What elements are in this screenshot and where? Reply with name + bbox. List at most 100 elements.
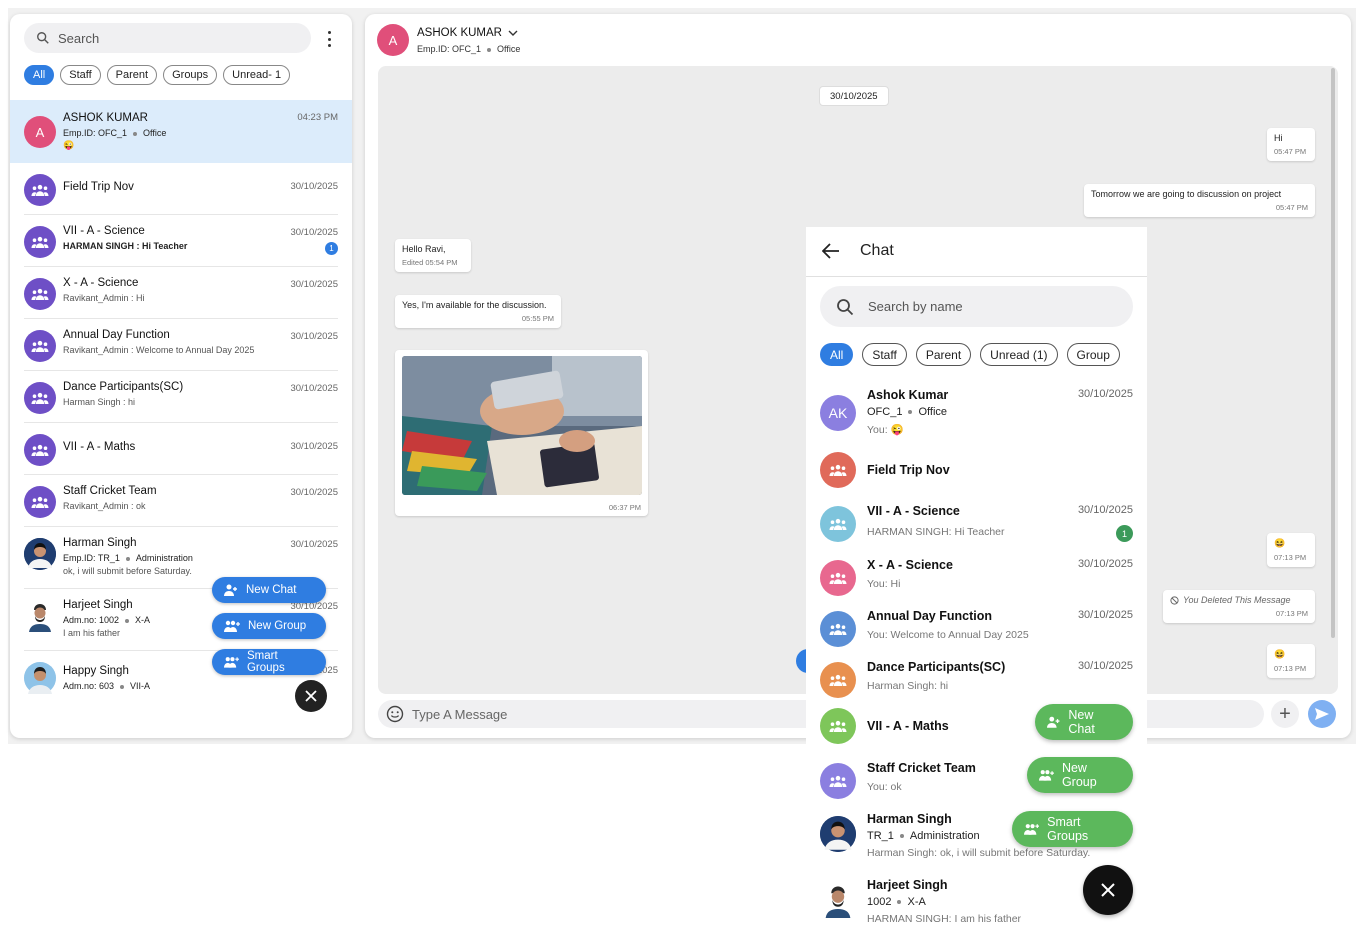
conversation-item-ashok-kumar[interactable]: A ASHOK KUMAR Emp.ID: OFC_1 Office 😜 04:2… (10, 100, 352, 163)
group-icon (820, 611, 856, 647)
avatar (24, 538, 56, 570)
unread-badge: 1 (325, 242, 338, 255)
chat-item-name: Annual Day Function (867, 609, 992, 623)
chat-item-meta: TR_1 Administration (867, 830, 980, 842)
chat-item-preview: You: 😜 (867, 424, 904, 436)
mobile-chat-screen: Chat Search by name All Staff Parent Unr… (806, 227, 1147, 928)
avatar: AK (820, 395, 856, 431)
chat-item-name: Staff Cricket Team (867, 761, 976, 775)
add-person-icon (224, 584, 237, 596)
scrollbar[interactable] (1331, 68, 1335, 638)
chat-item-time: 30/10/2025 (1077, 660, 1133, 672)
avatar (24, 600, 56, 632)
conversation-name: Field Trip Nov (63, 181, 134, 193)
close-fab-button[interactable] (295, 680, 327, 712)
chat-item-name: Dance Participants(SC) (867, 660, 1006, 674)
search-icon (37, 32, 49, 44)
mobile-filter-staff[interactable]: Staff (862, 343, 907, 366)
conversation-time: 30/10/2025 (290, 539, 338, 550)
message-bubble-outgoing[interactable]: Tomorrow we are going to discussion on p… (1084, 184, 1315, 217)
group-icon (820, 452, 856, 488)
avatar (24, 662, 56, 694)
mobile-new-group-button[interactable]: New Group (1027, 757, 1133, 793)
add-group-icon (224, 620, 240, 632)
filter-groups[interactable]: Groups (163, 65, 218, 85)
add-person-icon (1047, 716, 1060, 728)
mobile-filter-group[interactable]: Group (1066, 343, 1120, 366)
emoji-icon[interactable] (386, 705, 404, 723)
conversation-name: Harjeet Singh (63, 599, 133, 611)
search-input[interactable]: Search (24, 23, 311, 53)
message-bubble-outgoing[interactable]: 😆 07:13 PM (1267, 533, 1315, 567)
filter-chips: All Staff Parent Groups Unread- 1 (24, 65, 291, 85)
message-text: Hello Ravi, (402, 244, 446, 254)
message-bubble-incoming[interactable]: Yes, I'm available for the discussion. 0… (395, 295, 561, 328)
conversation-name: Harman Singh (63, 537, 137, 549)
conversation-item-vii-a-science[interactable]: VII - A - Science HARMAN SINGH : Hi Teac… (24, 215, 338, 267)
mobile-chat-item-field-trip[interactable]: Field Trip Nov (820, 452, 1133, 499)
mobile-filter-all[interactable]: All (820, 343, 854, 366)
mobile-new-chat-button[interactable]: New Chat (1035, 704, 1133, 740)
message-placeholder: Type A Message (412, 706, 508, 722)
mobile-chat-item-dance[interactable]: Dance Participants(SC) Harman Singh: hi … (820, 660, 1133, 704)
chat-item-name: VII - A - Science (867, 504, 960, 518)
mobile-filter-unread[interactable]: Unread (1) (980, 343, 1058, 366)
conversation-item-x-a-science[interactable]: X - A - Science Ravikant_Admin : Hi 30/1… (24, 267, 338, 319)
mobile-chat-item-annual-day[interactable]: Annual Day Function You: Welcome to Annu… (820, 609, 1133, 653)
new-chat-button[interactable]: New Chat (212, 577, 326, 603)
filter-all[interactable]: All (24, 65, 55, 85)
plus-icon: + (1279, 702, 1291, 725)
conversation-item-vii-a-maths[interactable]: VII - A - Maths 30/10/2025 (24, 423, 338, 475)
chat-item-preview: HARMAN SINGH: I am his father (867, 913, 1022, 925)
back-arrow-icon[interactable] (822, 243, 840, 259)
smart-group-icon (1024, 824, 1040, 835)
conversation-item-dance[interactable]: Dance Participants(SC) Harman Singh : hi… (24, 371, 338, 423)
message-time: 07:13 PM (1275, 609, 1308, 618)
message-bubble-outgoing[interactable]: Hi 05:47 PM (1267, 128, 1315, 161)
image-message[interactable]: 06:37 PM (395, 350, 648, 516)
mobile-smart-groups-button[interactable]: Smart Groups (1012, 811, 1133, 847)
chat-contact-name[interactable]: ASHOK KUMAR (417, 27, 518, 39)
message-bubble-deleted[interactable]: You Deleted This Message 07:13 PM (1163, 590, 1315, 623)
filter-parent[interactable]: Parent (106, 65, 158, 85)
conversation-item-staff-cricket[interactable]: Staff Cricket Team Ravikant_Admin : ok 3… (24, 475, 338, 527)
conversation-preview: Ravikant_Admin : ok (63, 501, 146, 511)
conversation-name: Dance Participants(SC) (63, 381, 184, 393)
chat-item-preview: You: Hi (867, 578, 901, 590)
attached-photo[interactable] (402, 356, 642, 495)
search-placeholder: Search (58, 30, 100, 46)
mobile-new-group-label: New Group (1061, 761, 1097, 789)
filter-unread[interactable]: Unread- 1 (223, 65, 291, 85)
mobile-chat-item-x-a-science[interactable]: X - A - Science You: Hi 30/10/2025 (820, 558, 1133, 602)
conversation-item-annual-day[interactable]: Annual Day Function Ravikant_Admin : Wel… (24, 319, 338, 371)
message-time: 07:13 PM (1274, 664, 1307, 673)
mobile-close-fab-button[interactable] (1083, 865, 1133, 915)
mobile-chat-item-vii-a-science[interactable]: VII - A - Science HARMAN SINGH: Hi Teach… (820, 504, 1133, 548)
avatar (820, 882, 856, 918)
group-icon (24, 330, 56, 362)
mobile-filter-parent[interactable]: Parent (915, 343, 972, 366)
message-bubble-outgoing[interactable]: 😆 07:13 PM (1267, 644, 1315, 678)
chat-item-meta: 1002 X-A (867, 896, 926, 908)
conversation-name: X - A - Science (63, 277, 139, 289)
avatar: A (24, 116, 56, 148)
more-options-icon[interactable] (322, 31, 336, 47)
new-group-button[interactable]: New Group (212, 613, 326, 639)
mobile-chat-item-ashok[interactable]: AK Ashok Kumar OFC_1 Office You: 😜 30/10/… (820, 388, 1133, 440)
date-separator: 30/10/2025 (819, 86, 889, 106)
message-bubble-incoming[interactable]: Hello Ravi, Edited 05:54 PM (395, 239, 471, 272)
message-text: Yes, I'm available for the discussion. (402, 300, 547, 310)
chevron-down-icon (508, 30, 518, 36)
mobile-smart-groups-label: Smart Groups (1047, 815, 1089, 843)
send-button[interactable] (1308, 700, 1336, 728)
message-time: 05:55 PM (521, 314, 554, 323)
conversation-name: ASHOK KUMAR (63, 112, 148, 124)
mobile-search-input[interactable]: Search by name (820, 286, 1133, 327)
chat-item-preview: HARMAN SINGH: Hi Teacher (867, 526, 1005, 538)
conversation-item-field-trip[interactable]: Field Trip Nov 30/10/2025 (24, 163, 338, 215)
conversation-name: VII - A - Maths (63, 441, 136, 453)
filter-staff[interactable]: Staff (60, 65, 101, 85)
message-emoji: 😆 (1274, 538, 1286, 548)
smart-groups-button[interactable]: Smart Groups (212, 649, 326, 675)
attach-button[interactable]: + (1271, 700, 1299, 728)
